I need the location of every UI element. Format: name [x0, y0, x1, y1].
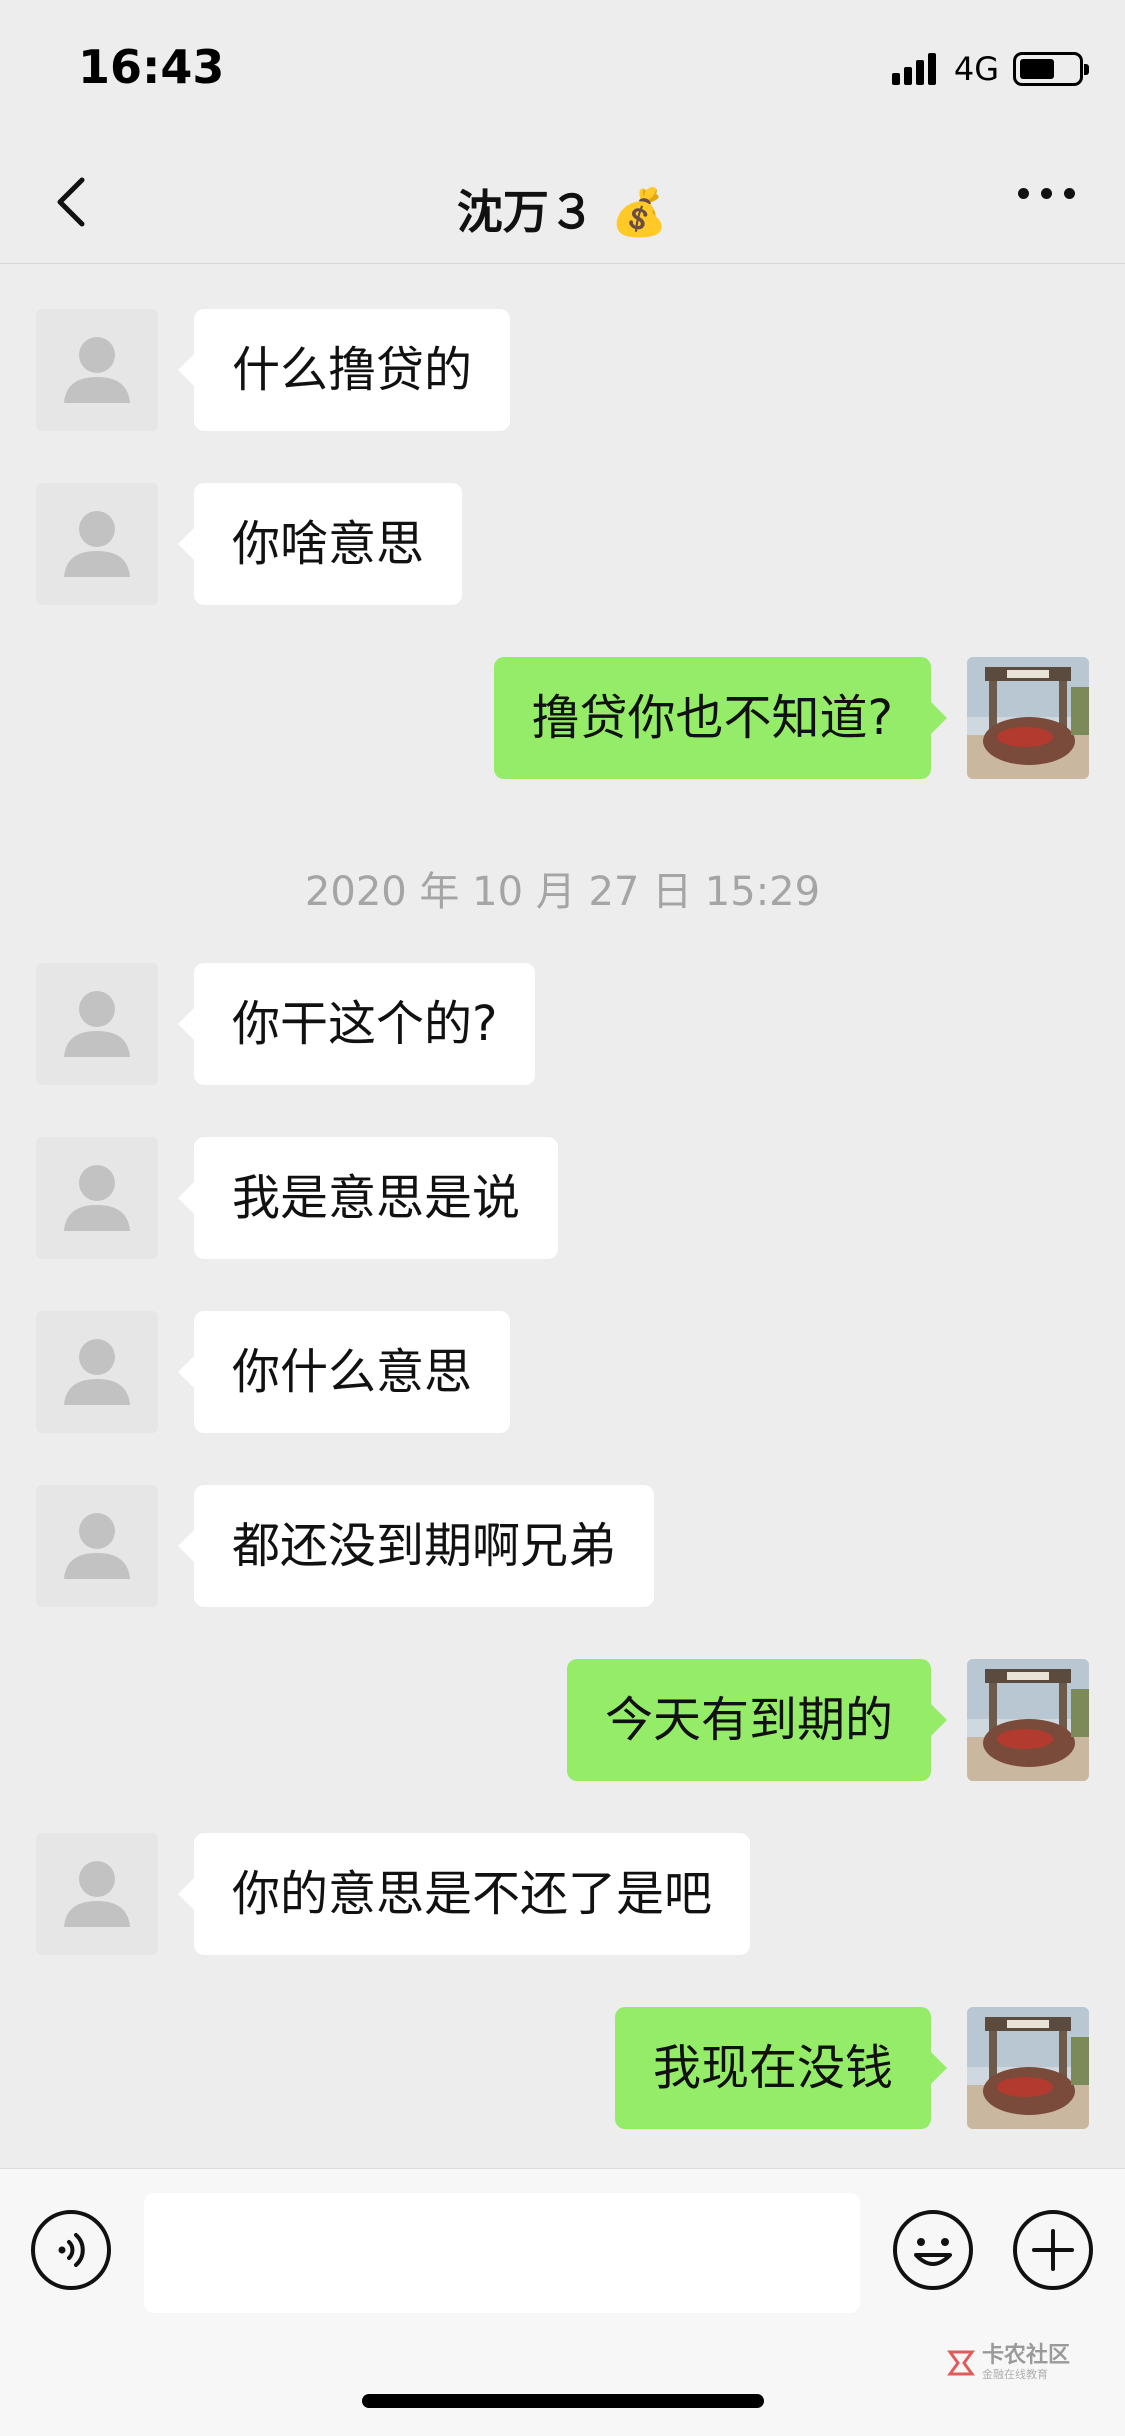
message-bubble-sent[interactable]: 我现在没钱: [614, 2007, 948, 2129]
message-bubble-received[interactable]: 我是意思是说: [177, 1137, 559, 1259]
contact-avatar[interactable]: [36, 483, 158, 605]
contact-name: 沈万３: [456, 185, 595, 239]
message-row-received: 我是意思是说: [0, 1137, 1125, 1259]
chat-screen: 16:43 4G 沈万３ 💰 什么撸贷的你啥意思 撸贷你也不知道? 2020 年 1…: [0, 0, 1125, 2436]
default-avatar-icon: [64, 1339, 130, 1405]
photo-avatar-icon: [967, 2007, 1089, 2129]
battery-icon: [1013, 52, 1089, 86]
status-indicators: 4G: [891, 50, 1089, 88]
message-bubble-received[interactable]: 你干这个的?: [177, 963, 536, 1085]
message-row-received: 什么撸贷的: [0, 309, 1125, 431]
more-button[interactable]: [1006, 188, 1075, 199]
message-bubble-received[interactable]: 你的意思是不还了是吧: [177, 1833, 751, 1955]
contact-avatar[interactable]: [36, 1311, 158, 1433]
message-row-received: 你什么意思: [0, 1311, 1125, 1433]
default-avatar-icon: [64, 511, 130, 577]
plus-icon: [1013, 2210, 1093, 2290]
message-bubble-sent[interactable]: 撸贷你也不知道?: [493, 657, 948, 779]
watermark-logo: 卡农社区 金融在线教育: [944, 2344, 1070, 2382]
message-bubble-received[interactable]: 你啥意思: [177, 483, 463, 605]
emoji-icon: [893, 2210, 973, 2290]
message-row-received: 你的意思是不还了是吧: [0, 1833, 1125, 1955]
watermark-subtitle: 金融在线教育: [982, 2368, 1048, 2381]
message-row-sent: 今天有到期的: [0, 1659, 1125, 1781]
more-functions-button[interactable]: [1012, 2209, 1094, 2291]
contact-avatar[interactable]: [36, 963, 158, 1085]
message-input[interactable]: [144, 2193, 860, 2313]
voice-button[interactable]: [30, 2209, 112, 2291]
timestamp: 2020 年 10 月 27 日 15:29: [304, 869, 821, 915]
emoji-button[interactable]: [892, 2209, 974, 2291]
chat-title: 沈万３ 💰: [0, 176, 1125, 242]
watermark-title: 卡农社区: [982, 2343, 1071, 2368]
message-bubble-sent[interactable]: 今天有到期的: [566, 1659, 948, 1781]
message-row-sent: 撸贷你也不知道?: [0, 657, 1125, 779]
contact-avatar[interactable]: [36, 1485, 158, 1607]
default-avatar-icon: [64, 1513, 130, 1579]
message-row-sent: 我现在没钱: [0, 2007, 1125, 2129]
default-avatar-icon: [64, 1861, 130, 1927]
default-avatar-icon: [64, 1165, 130, 1231]
default-avatar-icon: [64, 337, 130, 403]
voice-icon: [31, 2210, 111, 2290]
contact-avatar[interactable]: [36, 309, 158, 431]
my-avatar[interactable]: [967, 1659, 1089, 1781]
photo-avatar-icon: [967, 657, 1089, 779]
kanong-logo-icon: [947, 2350, 975, 2376]
status-time: 16:43: [78, 40, 225, 94]
signal-icon: [891, 53, 940, 85]
message-row-received: 你啥意思: [0, 483, 1125, 605]
contact-avatar[interactable]: [36, 1137, 158, 1259]
nav-bar: 沈万３ 💰: [0, 140, 1125, 264]
my-avatar[interactable]: [967, 657, 1089, 779]
message-bubble-received[interactable]: 什么撸贷的: [177, 309, 511, 431]
ellipsis-icon: [1018, 188, 1029, 199]
photo-avatar-icon: [967, 1659, 1089, 1781]
message-row-received: 都还没到期啊兄弟: [0, 1485, 1125, 1607]
message-list[interactable]: 什么撸贷的你啥意思 撸贷你也不知道? 2020 年 10 月 27 日 15:29 你…: [0, 264, 1125, 2168]
network-type: 4G: [953, 50, 999, 88]
message-row-received: 你干这个的?: [0, 963, 1125, 1085]
default-avatar-icon: [64, 991, 130, 1057]
message-bubble-received[interactable]: 你什么意思: [177, 1311, 511, 1433]
message-bubble-received[interactable]: 都还没到期啊兄弟: [177, 1485, 655, 1607]
my-avatar[interactable]: [967, 2007, 1089, 2129]
money-bag-icon: 💰: [610, 185, 669, 239]
home-indicator[interactable]: [362, 2394, 764, 2408]
status-bar: 16:43 4G: [0, 0, 1125, 140]
contact-avatar[interactable]: [36, 1833, 158, 1955]
